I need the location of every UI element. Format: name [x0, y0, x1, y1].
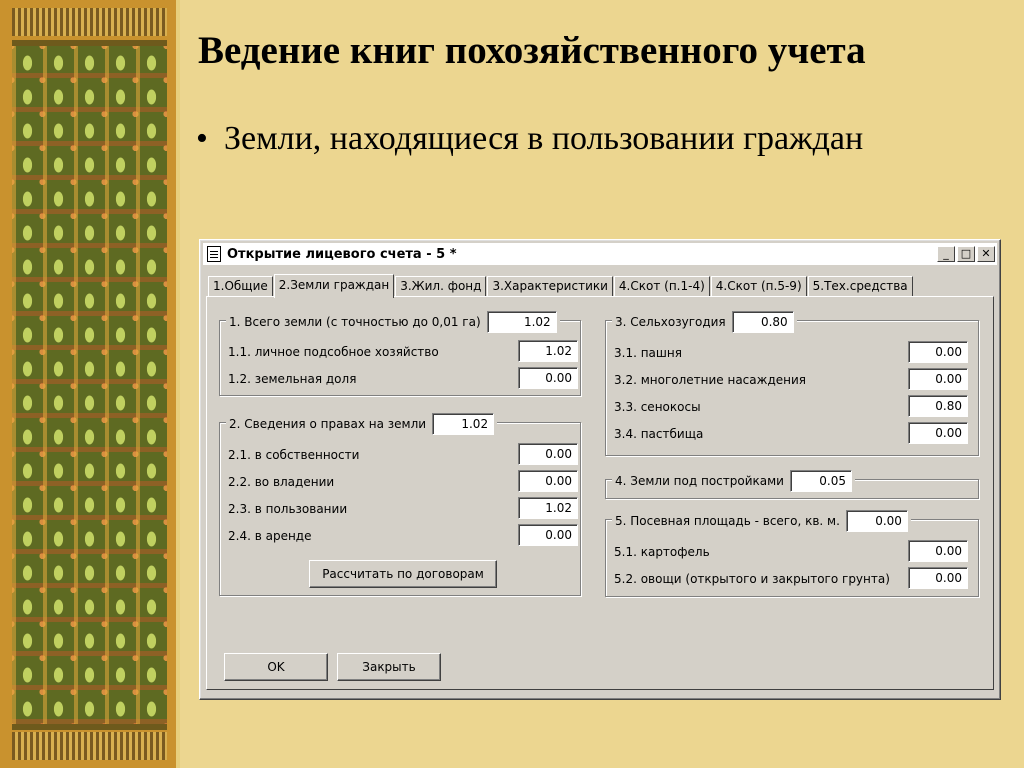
row-label: 1.2. земельная доля [228, 372, 357, 386]
row-label: 3.2. многолетние насаждения [614, 373, 806, 387]
decorative-strip [0, 0, 180, 768]
group-total-land-label: 1. Всего земли (с точностью до 0,01 га) … [226, 311, 560, 333]
land-rights-label: 2. Сведения о правах на земли [229, 417, 427, 431]
window-titlebar[interactable]: Открытие лицевого счета - 5 * _ □ ✕ [203, 243, 997, 265]
minimize-button[interactable]: _ [937, 246, 955, 262]
row-label: 2.1. в собственности [228, 448, 360, 462]
group-agricultural-land-label: 3. Сельхозугодия 0.80 [612, 311, 797, 333]
bullet-marker: • [196, 120, 208, 157]
slide-title: Ведение книг похозяйственного учета [198, 29, 866, 72]
tab-livestock-1-4[interactable]: 4.Скот (п.1-4) [613, 276, 710, 297]
group-land-rights-label: 2. Сведения о правах на земли 1.02 [226, 413, 498, 435]
agricultural-land-label: 3. Сельхозугодия [615, 315, 726, 329]
hayfield-input[interactable]: 0.80 [908, 395, 968, 417]
potato-input[interactable]: 0.00 [908, 540, 968, 562]
row-label: 2.3. в пользовании [228, 502, 348, 516]
maximize-button[interactable]: □ [957, 246, 975, 262]
tab-livestock-5-9[interactable]: 4.Скот (п.5-9) [710, 276, 807, 297]
group-sown-area-label: 5. Посевная площадь - всего, кв. м. 0.00 [612, 510, 911, 532]
ownership-input[interactable]: 0.00 [518, 443, 578, 465]
ok-button[interactable]: OK [224, 653, 328, 681]
window-title: Открытие лицевого счета - 5 * [227, 246, 457, 262]
row-label: 3.4. пастбища [614, 427, 704, 441]
row-label: 3.3. сенокосы [614, 400, 701, 414]
ornament-pattern [12, 40, 167, 730]
pasture-input[interactable]: 0.00 [908, 422, 968, 444]
building-land-label: 4. Земли под постройками [615, 474, 784, 488]
total-land-label: 1. Всего земли (с точностью до 0,01 га) [229, 315, 481, 329]
land-share-input[interactable]: 0.00 [518, 367, 578, 389]
tab-general[interactable]: 1.Общие [208, 276, 273, 297]
row-label: 5.1. картофель [614, 545, 710, 559]
close-window-button[interactable]: ✕ [977, 246, 995, 262]
land-rights-total-input[interactable]: 1.02 [432, 413, 495, 435]
window-controls: _ □ ✕ [937, 246, 995, 262]
agricultural-total-input[interactable]: 0.80 [731, 311, 794, 333]
tab-characteristics[interactable]: 3.Характеристики [487, 276, 613, 297]
group-agricultural-land: 3. Сельхозугодия 0.80 3.1. пашня 0.00 3.… [605, 311, 979, 456]
row-label: 5.2. овощи (открытого и закрытого грунта… [614, 572, 890, 586]
tab-panel: 1. Всего земли (с точностью до 0,01 га) … [206, 296, 994, 690]
row-label: 1.1. личное подсобное хозяйство [228, 345, 439, 359]
sown-area-total-input[interactable]: 0.00 [845, 510, 908, 532]
strip-fringe-bottom [12, 732, 167, 760]
vegetables-input[interactable]: 0.00 [908, 567, 968, 589]
personal-farm-input[interactable]: 1.02 [518, 340, 578, 362]
group-building-land: 4. Земли под постройками 0.05 [605, 470, 979, 499]
sown-area-label: 5. Посевная площадь - всего, кв. м. [615, 514, 840, 528]
building-land-input[interactable]: 0.05 [789, 470, 852, 492]
calculate-contracts-button[interactable]: Рассчитать по договорам [309, 560, 497, 588]
row-label: 2.2. во владении [228, 475, 335, 489]
tab-housing[interactable]: 3.Жил. фонд [395, 276, 487, 297]
close-button[interactable]: Закрыть [337, 653, 441, 681]
group-building-land-label: 4. Земли под постройками 0.05 [612, 470, 855, 492]
bullet-text: Земли, находящиеся в пользовании граждан [224, 120, 864, 157]
total-land-input[interactable]: 1.02 [486, 311, 557, 333]
document-icon [207, 246, 221, 262]
tab-machinery[interactable]: 5.Тех.средства [807, 276, 913, 297]
use-input[interactable]: 1.02 [518, 497, 578, 519]
group-total-land: 1. Всего земли (с точностью до 0,01 га) … [219, 311, 581, 396]
arable-input[interactable]: 0.00 [908, 341, 968, 363]
group-land-rights: 2. Сведения о правах на земли 1.02 2.1. … [219, 413, 581, 596]
tab-bar: 1.Общие 2.Земли граждан 3.Жил. фонд 3.Ха… [208, 273, 914, 298]
strip-fringe-top [12, 8, 167, 36]
group-sown-area: 5. Посевная площадь - всего, кв. м. 0.00… [605, 510, 979, 597]
dialog-window: Открытие лицевого счета - 5 * _ □ ✕ 1.Об… [199, 239, 1001, 700]
row-label: 3.1. пашня [614, 346, 682, 360]
possession-input[interactable]: 0.00 [518, 470, 578, 492]
tab-citizens-land[interactable]: 2.Земли граждан [273, 274, 395, 298]
perennial-input[interactable]: 0.00 [908, 368, 968, 390]
row-label: 2.4. в аренде [228, 529, 312, 543]
bullet-item: • Земли, находящиеся в пользовании гражда… [196, 120, 863, 158]
lease-input[interactable]: 0.00 [518, 524, 578, 546]
